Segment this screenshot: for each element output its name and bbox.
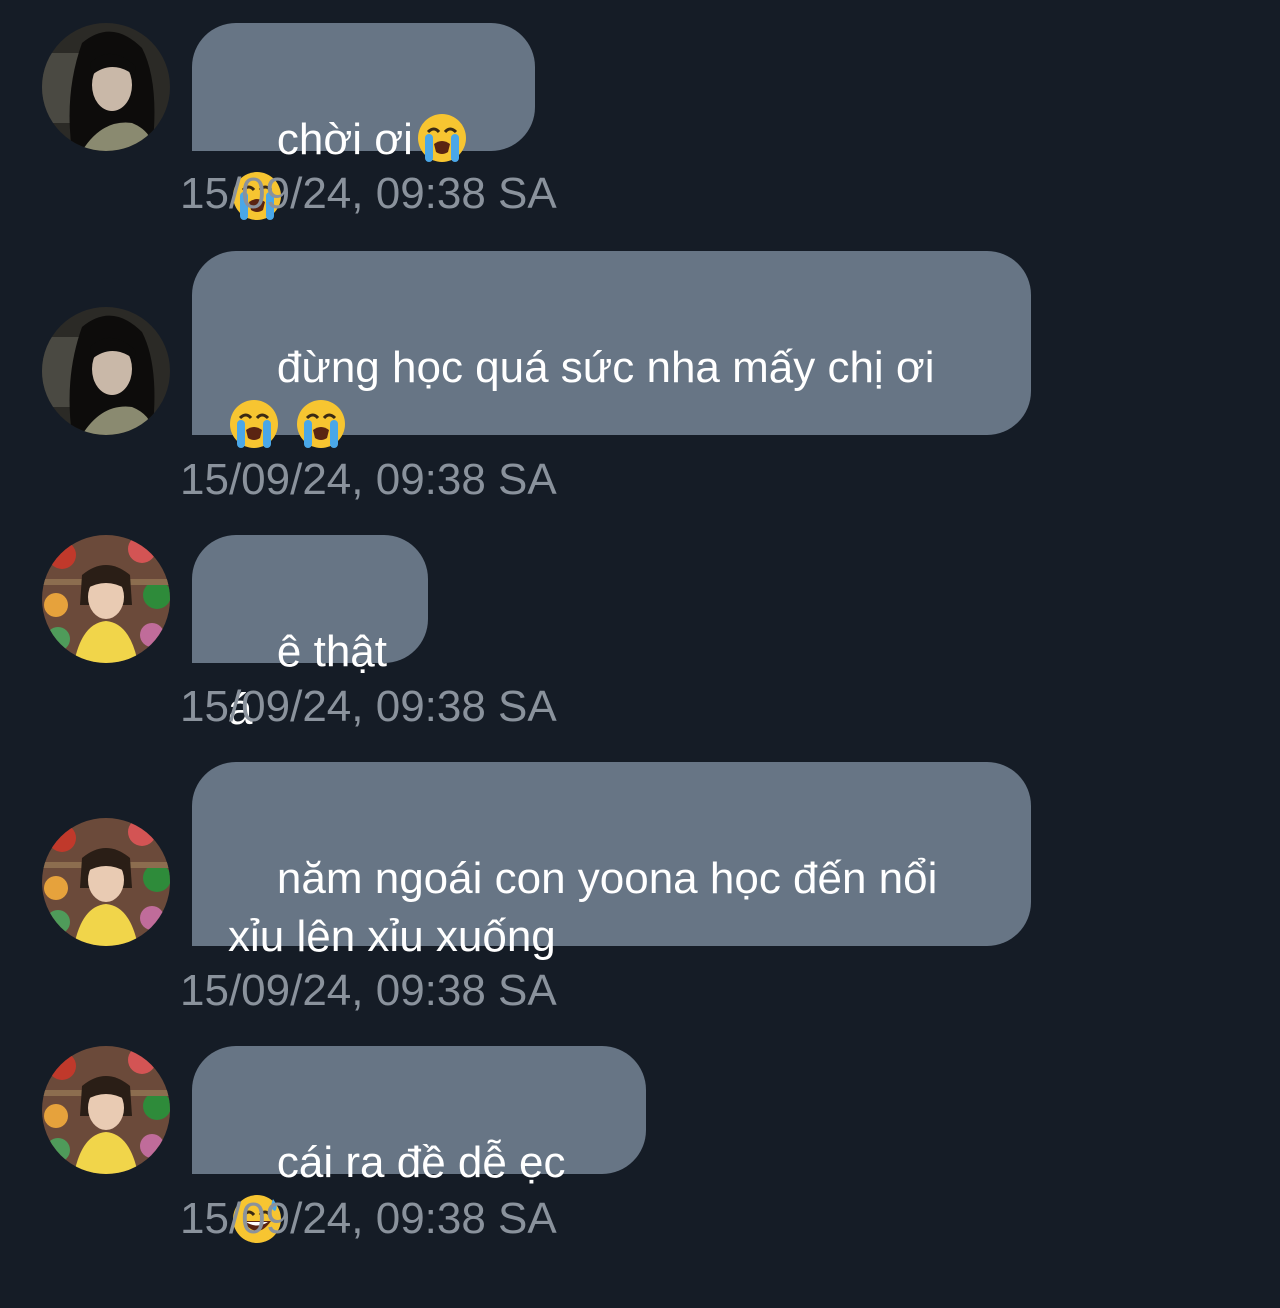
loudly-crying-face-icon: [416, 112, 468, 164]
message-bubble[interactable]: ê thật á: [192, 535, 428, 734]
message-bubble[interactable]: chời ơi: [192, 23, 535, 220]
message-text: chời ơi: [276, 115, 413, 164]
avatar-girl-yellow-top-icon: [42, 535, 170, 663]
message-text: đừng học quá sức nha mấy chị ơi: [276, 343, 935, 392]
avatar[interactable]: [42, 23, 170, 151]
avatar[interactable]: [42, 307, 170, 435]
loudly-crying-face-icon: [295, 398, 347, 450]
message-bubble[interactable]: đừng học quá sức nha mấy chị ơi: [192, 251, 1031, 448]
message-text: cái ra đề dễ ẹc: [276, 1138, 566, 1187]
avatar-dark-hair-girl-icon: [42, 307, 170, 435]
avatar[interactable]: [42, 818, 170, 946]
message-timestamp: 15/09/24, 09:38 SA: [180, 169, 557, 218]
message-timestamp: 15/09/24, 09:38 SA: [180, 682, 557, 731]
message-timestamp: 15/09/24, 09:38 SA: [180, 455, 557, 504]
avatar-girl-yellow-top-icon: [42, 818, 170, 946]
loudly-crying-face-icon: [228, 398, 280, 450]
message-bubble[interactable]: năm ngoái con yoona học đến nổi xỉu lên …: [192, 762, 1031, 961]
message-text: năm ngoái con yoona học đến nổi xỉu lên …: [228, 854, 950, 961]
avatar-girl-yellow-top-icon: [42, 1046, 170, 1174]
message-bubble[interactable]: cái ra đề dễ ẹc: [192, 1046, 646, 1243]
avatar[interactable]: [42, 535, 170, 663]
message-timestamp: 15/09/24, 09:38 SA: [180, 1194, 557, 1243]
avatar-dark-hair-girl-icon: [42, 23, 170, 151]
message-timestamp: 15/09/24, 09:38 SA: [180, 966, 557, 1015]
avatar[interactable]: [42, 1046, 170, 1174]
